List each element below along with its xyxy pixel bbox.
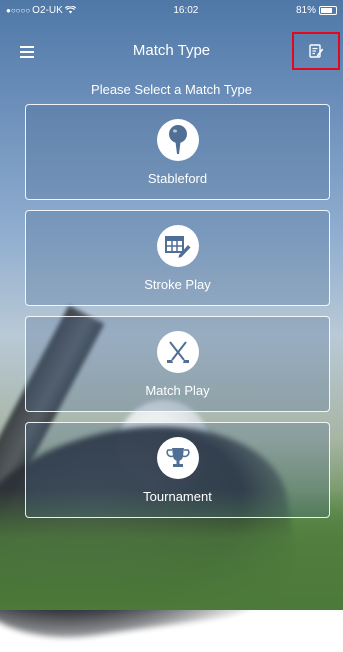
edit-button[interactable] <box>292 32 340 70</box>
golf-tee-icon <box>156 118 199 161</box>
status-bar: ●○○○○ O2-UK 16:02 81% <box>0 0 343 20</box>
carrier-name: O2-UK <box>32 4 63 16</box>
nav-bar: Match Type <box>0 30 343 74</box>
status-left: ●○○○○ O2-UK <box>6 5 76 16</box>
status-right: 81% <box>296 5 337 16</box>
match-type-label: Stableford <box>147 170 208 186</box>
trophy-icon <box>156 436 199 479</box>
signal-dots-icon: ●○○○○ <box>6 5 31 15</box>
match-type-tournament-button[interactable]: Tournament <box>25 422 330 518</box>
match-type-label: Stroke Play <box>144 276 211 292</box>
scorecard-pencil-icon <box>156 224 199 267</box>
edit-note-icon <box>309 44 324 58</box>
match-type-label: Tournament <box>143 488 212 504</box>
page-subtitle: Please Select a Match Type <box>91 82 252 97</box>
match-type-list: Stableford Stroke Play Match Play Tourna… <box>25 104 330 528</box>
status-time: 16:02 <box>173 4 199 16</box>
battery-percent: 81% <box>295 4 316 16</box>
match-type-stableford-button[interactable]: Stableford <box>25 104 330 200</box>
battery-icon <box>319 5 337 15</box>
match-type-stroke-play-button[interactable]: Stroke Play <box>25 210 330 306</box>
crossed-clubs-icon <box>156 330 199 373</box>
match-type-match-play-button[interactable]: Match Play <box>25 316 330 412</box>
match-type-label: Match Play <box>145 382 210 398</box>
wifi-icon <box>64 6 76 14</box>
